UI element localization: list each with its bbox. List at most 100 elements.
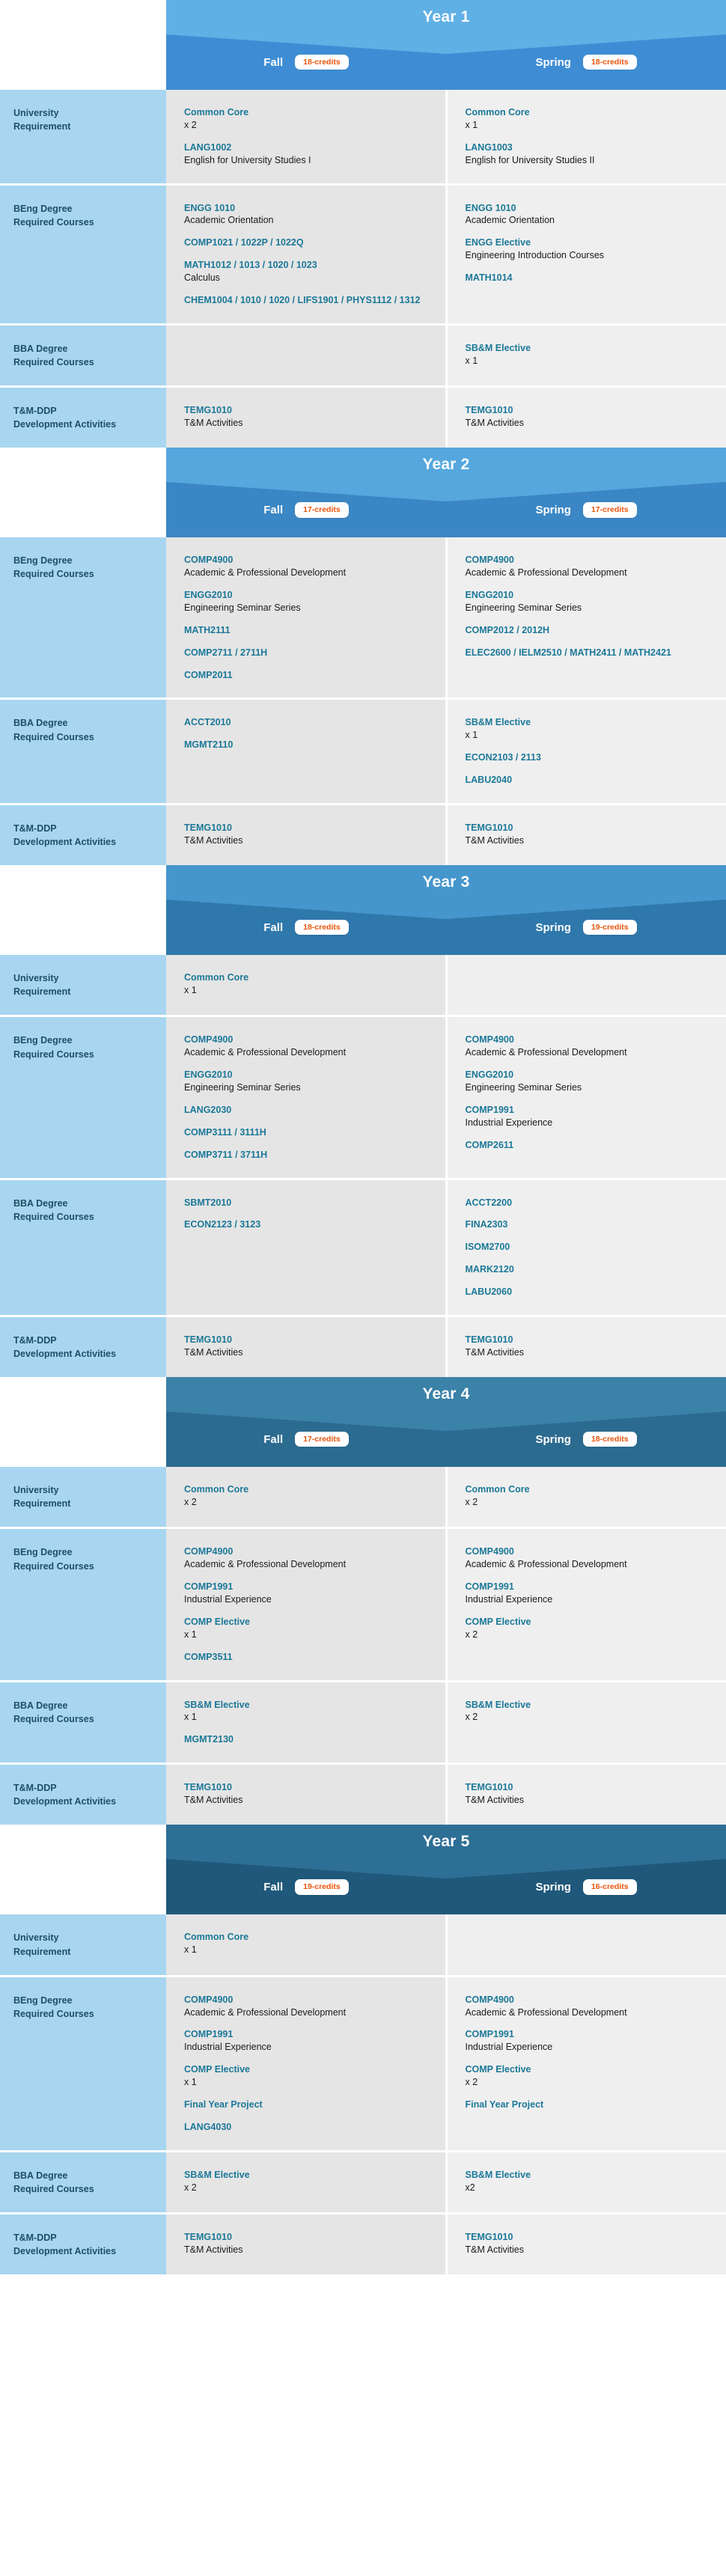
course-entry: MGMT2110 (184, 739, 432, 751)
course-description: T&M Activities (465, 2244, 525, 2255)
term-cell-fall: COMP4900 Academic & Professional Developm… (166, 537, 448, 698)
term-label-spring: Spring (535, 921, 571, 934)
course-entry: ENGG Elective Engineering Introduction Co… (466, 236, 713, 262)
course-entry: LABU2060 (466, 1286, 713, 1298)
course-description: T&M Activities (184, 1346, 243, 1358)
term-cell-spring: TEMG1010 T&M Activities (447, 2214, 726, 2275)
course-entry: Common Core x 1 (184, 971, 432, 997)
course-code: COMP1021 / 1022P / 1022Q (184, 237, 304, 248)
term-label-spring: Spring (535, 1432, 571, 1446)
course-description: x 1 (184, 1944, 197, 1956)
term-cell-spring: SB&M Elective x2 (447, 2152, 726, 2212)
course-description: T&M Activities (184, 2244, 243, 2255)
course-entry: COMP1021 / 1022P / 1022Q (184, 236, 432, 249)
year-section: Year 2 Fall 17-credits Spring 17-credits BEng… (0, 448, 726, 866)
term-row: Fall 18-credits Spring 18-credits (166, 34, 726, 90)
year-section: Year 4 Fall 17-credits Spring 18-credits Univ… (0, 1377, 726, 1825)
course-entry: ECON2123 / 3123 (184, 1218, 432, 1231)
banner-body: Year 5 Fall 19-credits Spring 16-credits (166, 1825, 726, 1915)
term-cell-fall: TEMG1010 T&M Activities (166, 388, 448, 448)
course-entry: LANG4030 (184, 2121, 432, 2134)
credit-badge-fall: 18-credits (295, 919, 349, 936)
term-label-spring: Spring (535, 503, 571, 516)
term-cell-spring: SB&M Elective x 1 ECON2103 / 2113 LABU2040 (447, 700, 726, 803)
course-code: Common Core (465, 1484, 530, 1495)
course-code: Common Core (184, 1932, 249, 1943)
credit-badge-spring: 16-credits (582, 1879, 637, 1895)
course-entry: TEMG1010 T&M Activities (466, 822, 713, 847)
row-label-bba: BBA Degree Required Courses (0, 325, 166, 385)
course-entry: COMP3111 / 3111H (184, 1126, 432, 1139)
term-label-fall: Fall (263, 1880, 284, 1893)
course-description: x 1 (184, 2077, 197, 2087)
term-cell-spring: TEMG1010 T&M Activities (447, 1765, 726, 1825)
course-entry: SB&M Elective x 1 (466, 342, 713, 367)
year-title: Year 4 (422, 1385, 470, 1403)
course-entry: SB&M Elective x 1 (466, 716, 713, 742)
course-code: TEMG1010 (184, 822, 232, 833)
course-code: ENGG Elective (465, 237, 531, 248)
row-label-university: University Requirement (0, 955, 166, 1016)
course-entry: Common Core x 2 (466, 1483, 713, 1509)
course-entry: TEMG1010 T&M Activities (466, 404, 713, 430)
term-cell-fall: TEMG1010 T&M Activities (166, 805, 448, 866)
course-code: TEMG1010 (465, 822, 513, 833)
term-cell-fall: TEMG1010 T&M Activities (166, 1765, 448, 1825)
table-row: BBA Degree Required Courses SB&M Elective x… (0, 1682, 726, 1765)
term-label-fall: Fall (263, 55, 284, 69)
term-cell-spring: COMP4900 Academic & Professional Developm… (447, 1529, 726, 1680)
row-label-beng: BEng Degree Required Courses (0, 1017, 166, 1178)
term-spring: Spring 16-credits (446, 1859, 726, 1914)
course-description: x 2 (184, 119, 197, 130)
course-entry: LANG1002 English for University Studies I (184, 141, 432, 167)
term-label-fall: Fall (263, 921, 284, 934)
term-spring: Spring 18-credits (446, 1411, 726, 1467)
term-fall: Fall 17-credits (166, 1411, 446, 1467)
course-entry: TEMG1010 T&M Activities (184, 2231, 432, 2256)
banner-gutter (0, 1377, 166, 1468)
course-code: TEMG1010 (184, 1334, 232, 1345)
course-code: CHEM1004 / 1010 / 1020 / LIFS1901 / PHYS… (184, 294, 421, 305)
course-description: English for University Studies II (465, 154, 595, 165)
course-entry: MGMT2130 (184, 1733, 432, 1746)
course-description: Academic & Professional Development (184, 567, 347, 579)
course-code: LANG1003 (465, 141, 513, 153)
course-entry: ENGG2010 Engineering Seminar Series (184, 589, 432, 614)
course-code: MARK2120 (465, 1264, 514, 1275)
course-description: Industrial Experience (184, 2042, 272, 2053)
course-description: Academic & Professional Development (465, 2006, 627, 2018)
table-row: BEng Degree Required Courses COMP4900 Acade… (0, 1529, 726, 1682)
term-cell-fall: Common Core x 1 (166, 1914, 448, 1975)
banner-gutter (0, 1825, 166, 1915)
course-code: ENGG 1010 (184, 202, 236, 213)
term-cell-spring: COMP4900 Academic & Professional Developm… (447, 1977, 726, 2150)
table-row: University Requirement Common Core x 2 Commo… (0, 1467, 726, 1530)
course-code: TEMG1010 (465, 1782, 513, 1793)
course-description: x 1 (184, 1712, 197, 1723)
course-entry: ISOM2700 (466, 1241, 713, 1254)
course-entry: ELEC2600 / IELM2510 / MATH2411 / MATH242… (466, 647, 713, 659)
course-description: Industrial Experience (465, 1594, 553, 1605)
course-description: Industrial Experience (465, 2042, 553, 2053)
term-cell-fall: COMP4900 Academic & Professional Developm… (166, 1977, 448, 2150)
table-row: BBA Degree Required Courses SBMT2010 ECON21… (0, 1179, 726, 1317)
course-entry: ACCT2200 (466, 1197, 713, 1209)
course-code: COMP4900 (184, 1994, 234, 2005)
course-entry: ENGG 1010 Academic Orientation (466, 202, 713, 228)
table-row: University Requirement Common Core x 1 (0, 1914, 726, 1977)
course-description: T&M Activities (465, 417, 525, 428)
term-fall: Fall 17-credits (166, 482, 446, 537)
term-spring: Spring 18-credits (446, 34, 726, 90)
term-cell-spring: TEMG1010 T&M Activities (447, 805, 726, 866)
term-fall: Fall 18-credits (166, 900, 446, 955)
course-entry: COMP4900 Academic & Professional Developm… (184, 1545, 432, 1571)
term-fall: Fall 19-credits (166, 1859, 446, 1914)
course-code: COMP4900 (465, 555, 514, 566)
course-entry: COMP2611 (466, 1139, 713, 1152)
course-description: x 2 (465, 2077, 478, 2087)
table-row: BBA Degree Required Courses SB&M Elective x… (0, 2152, 726, 2215)
term-cell-spring: COMP4900 Academic & Professional Developm… (447, 537, 726, 698)
course-entry: Common Core x 1 (466, 106, 713, 132)
course-code: ENGG 1010 (465, 202, 516, 213)
table-row: BBA Degree Required Courses ACCT2010 MGMT21… (0, 700, 726, 805)
